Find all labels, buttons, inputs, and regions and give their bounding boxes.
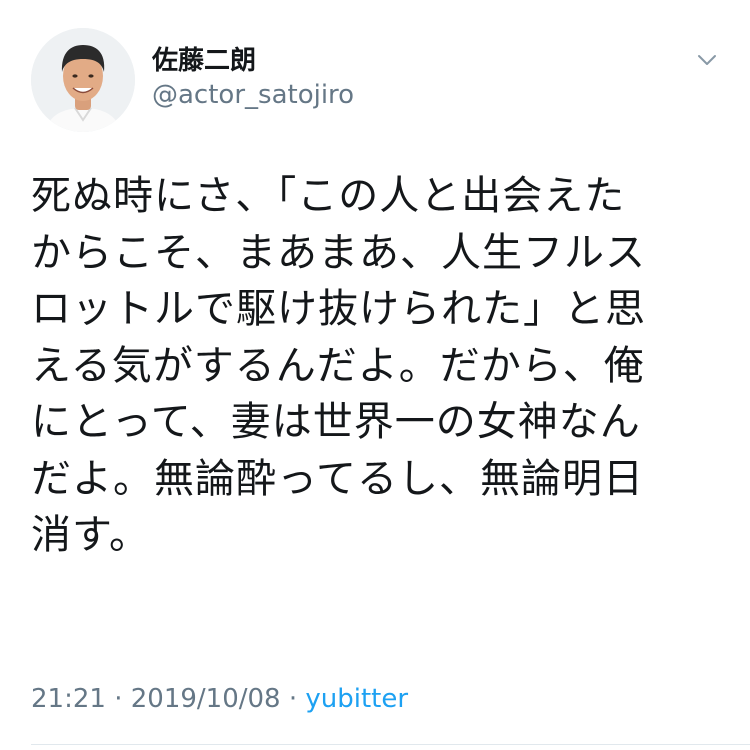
- meta-separator: ·: [114, 684, 123, 714]
- tweet-card: 佐藤二朗 @actor_satojiro 死ぬ時にさ、「この人と出会えた からこ…: [0, 0, 750, 750]
- tweet-source-link[interactable]: yubitter: [305, 684, 408, 714]
- tweet-date[interactable]: 2019/10/08: [131, 684, 281, 714]
- tweet-meta: 21:21 · 2019/10/08 · yubitter: [31, 684, 408, 714]
- avatar[interactable]: [31, 28, 135, 132]
- avatar-photo: [31, 28, 135, 132]
- meta-separator: ·: [288, 684, 298, 714]
- handle[interactable]: @actor_satojiro: [152, 80, 354, 110]
- tweet-time[interactable]: 21:21: [31, 684, 106, 714]
- divider: [31, 744, 750, 745]
- chevron-down-icon[interactable]: [693, 48, 721, 72]
- display-name[interactable]: 佐藤二朗: [152, 40, 256, 77]
- tweet-text: 死ぬ時にさ、「この人と出会えた からこそ、まあまあ、人生フルス ロットルで駆け抜…: [31, 173, 646, 558]
